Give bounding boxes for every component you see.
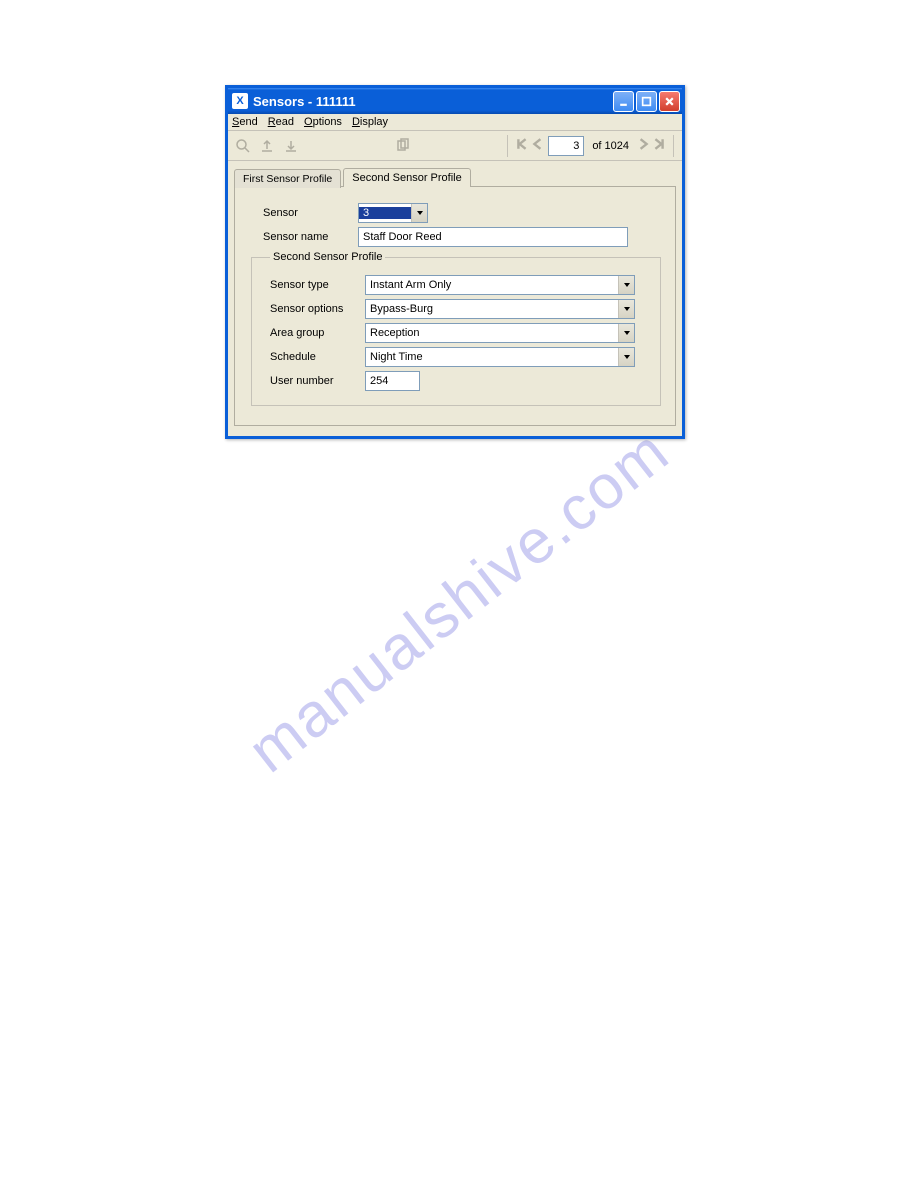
chevron-down-icon <box>411 204 427 222</box>
sensor-type-label: Sensor type <box>270 279 365 291</box>
sensor-name-label: Sensor name <box>263 231 358 243</box>
copy-button[interactable] <box>394 137 412 155</box>
tabstrip: First Sensor Profile Second Sensor Profi… <box>234 167 676 186</box>
sensor-options-value: Bypass-Burg <box>366 303 618 315</box>
chevron-down-icon <box>618 276 634 294</box>
app-icon: X <box>232 93 248 109</box>
menu-display[interactable]: Display <box>352 116 388 128</box>
sensor-type-value: Instant Arm Only <box>366 279 618 291</box>
window-title: Sensors - 111111 <box>253 94 356 109</box>
download-button[interactable] <box>282 137 300 155</box>
schedule-value: Night Time <box>366 351 618 363</box>
sensor-label: Sensor <box>263 207 358 219</box>
watermark-text: manualshive.com <box>235 415 683 786</box>
current-record-input[interactable] <box>548 136 584 156</box>
search-icon <box>235 138 251 154</box>
search-button[interactable] <box>234 137 252 155</box>
tab-first-sensor-profile[interactable]: First Sensor Profile <box>234 169 341 188</box>
download-icon <box>283 138 299 154</box>
area-group-value: Reception <box>366 327 618 339</box>
user-number-field[interactable] <box>365 371 420 391</box>
maximize-icon <box>641 96 652 107</box>
menu-options[interactable]: Options <box>304 116 342 128</box>
tab-second-sensor-profile[interactable]: Second Sensor Profile <box>343 168 470 187</box>
menubar: Send Read Options Display <box>228 114 682 131</box>
total-records-label: of 1024 <box>592 140 629 152</box>
minimize-icon <box>618 96 629 107</box>
upload-icon <box>259 138 275 154</box>
sensor-combo-value: 3 <box>359 207 411 219</box>
prev-record-button[interactable] <box>532 138 544 153</box>
group-legend: Second Sensor Profile <box>270 251 385 263</box>
client-area: First Sensor Profile Second Sensor Profi… <box>228 161 682 436</box>
sensor-combo[interactable]: 3 <box>358 203 428 223</box>
first-record-button[interactable] <box>516 138 528 153</box>
menu-send[interactable]: Send <box>232 116 258 128</box>
toolbar: of 1024 <box>228 131 682 161</box>
record-navigator: of 1024 <box>516 136 665 156</box>
user-number-label: User number <box>270 375 365 387</box>
area-group-combo[interactable]: Reception <box>365 323 635 343</box>
chevron-down-icon <box>618 324 634 342</box>
sensor-type-combo[interactable]: Instant Arm Only <box>365 275 635 295</box>
schedule-combo[interactable]: Night Time <box>365 347 635 367</box>
close-icon <box>664 96 675 107</box>
schedule-label: Schedule <box>270 351 365 363</box>
sensor-options-label: Sensor options <box>270 303 365 315</box>
last-record-button[interactable] <box>653 138 665 153</box>
tabpanel-second-sensor-profile: Sensor 3 Sensor name Second Sensor Profi… <box>234 186 676 426</box>
titlebar[interactable]: X Sensors - 111111 <box>228 88 682 114</box>
menu-read[interactable]: Read <box>268 116 294 128</box>
second-sensor-profile-group: Second Sensor Profile Sensor type Instan… <box>251 251 661 406</box>
maximize-button[interactable] <box>636 91 657 112</box>
minimize-button[interactable] <box>613 91 634 112</box>
chevron-down-icon <box>618 348 634 366</box>
sensor-name-field[interactable] <box>358 227 628 247</box>
sensor-name-input[interactable] <box>359 228 627 246</box>
chevron-down-icon <box>618 300 634 318</box>
sensor-options-combo[interactable]: Bypass-Burg <box>365 299 635 319</box>
user-number-input[interactable] <box>366 372 419 390</box>
sensors-window: X Sensors - 111111 Send Read Options Dis… <box>225 85 685 439</box>
area-group-label: Area group <box>270 327 365 339</box>
copy-icon <box>395 138 411 154</box>
close-button[interactable] <box>659 91 680 112</box>
next-record-button[interactable] <box>637 138 649 153</box>
upload-button[interactable] <box>258 137 276 155</box>
